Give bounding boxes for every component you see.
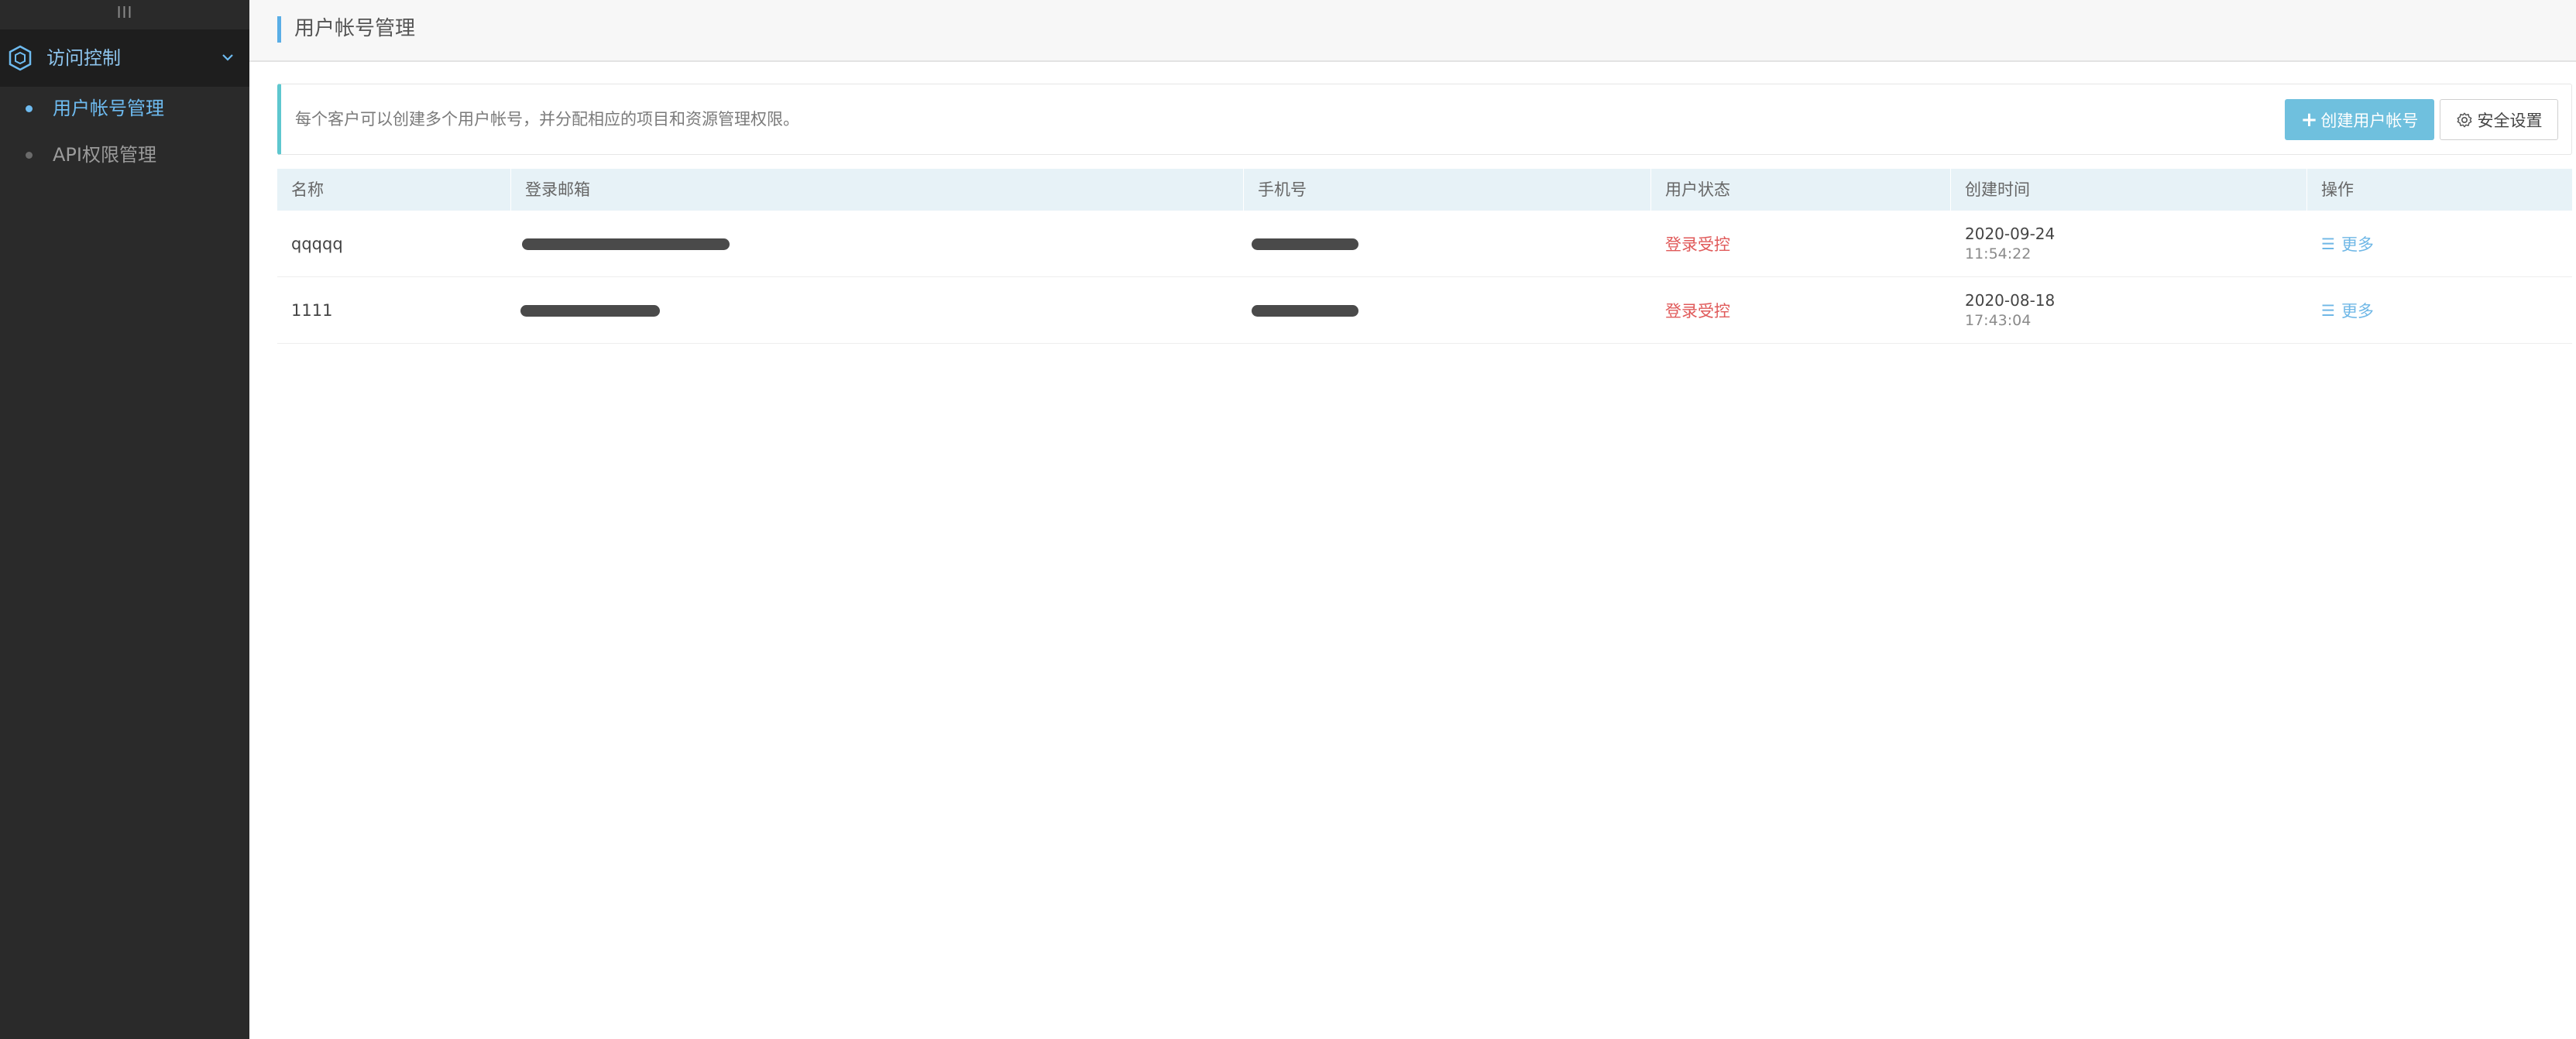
- created-date: 2020-08-18: [1965, 291, 2056, 310]
- info-text: 每个客户可以创建多个用户帐号，并分配相应的项目和资源管理权限。: [295, 110, 799, 129]
- cell-name: qqqqq: [291, 235, 343, 253]
- info-panel: 每个客户可以创建多个用户帐号，并分配相应的项目和资源管理权限。: [277, 84, 2572, 155]
- more-actions-link[interactable]: ☰ 更多: [2321, 232, 2374, 255]
- cell-actions: ☰ 更多: [2307, 277, 2572, 344]
- table-header: 名称 登录邮箱 手机号 用户状态 创建时间 操作: [277, 169, 2572, 211]
- column-header-actions: 操作: [2321, 180, 2354, 199]
- redacted-email: [520, 304, 660, 317]
- chevron-down-icon[interactable]: [220, 50, 235, 65]
- gear-icon: [2457, 112, 2471, 127]
- plus-icon: +: [2300, 108, 2318, 132]
- active-dot-icon: [26, 105, 33, 112]
- hexagon-shield-icon: [9, 45, 32, 71]
- table-row: 1111 登录受控 2020-08-18 17:43:04 ☰ 更多: [277, 277, 2572, 344]
- cell-created-time: 2020-09-24 11:54:22: [1951, 211, 2307, 277]
- sidebar-group-label: 访问控制: [46, 47, 121, 69]
- redacted-phone: [1252, 238, 1358, 250]
- redacted-email: [522, 238, 730, 250]
- title-accent-bar: [277, 16, 281, 43]
- cell-login-email: [511, 211, 1244, 277]
- created-clock: 17:43:04: [1965, 312, 2032, 329]
- sidebar-item-label: API权限管理: [53, 144, 156, 166]
- create-user-account-button[interactable]: + 创建用户帐号: [2285, 99, 2434, 140]
- column-header-user-status[interactable]: 用户状态: [1651, 169, 1951, 211]
- more-actions-link[interactable]: ☰ 更多: [2321, 299, 2374, 322]
- more-actions-label: 更多: [2341, 302, 2374, 321]
- column-header-phone[interactable]: 手机号: [1244, 169, 1651, 211]
- table-row: qqqqq 登录受控 2020-09-24 11:54:22 ☰ 更多: [277, 211, 2572, 277]
- cell-phone: [1244, 277, 1651, 344]
- sidebar-item-api-permissions[interactable]: API权限管理: [0, 133, 249, 177]
- cell-phone: [1244, 211, 1651, 277]
- column-header-name[interactable]: 名称: [277, 169, 511, 211]
- cell-actions: ☰ 更多: [2307, 211, 2572, 277]
- column-header-created-time[interactable]: 创建时间: [1951, 169, 2307, 211]
- created-date: 2020-09-24: [1965, 225, 2056, 243]
- cell-login-email: [511, 277, 1244, 344]
- sidebar: III 访问控制 用户帐号管理 API权限管理: [0, 0, 249, 1039]
- security-settings-label: 安全设置: [2477, 111, 2543, 130]
- page-title: 用户帐号管理: [294, 17, 416, 40]
- sidebar-item-label: 用户帐号管理: [53, 98, 164, 119]
- sidebar-group-access-control[interactable]: 访问控制: [0, 29, 249, 87]
- cell-created-time: 2020-08-18 17:43:04: [1951, 277, 2307, 344]
- sidebar-collapse-handle[interactable]: III: [0, 0, 249, 25]
- created-clock: 11:54:22: [1965, 245, 2032, 262]
- list-icon: ☰: [2321, 235, 2335, 253]
- redacted-phone: [1252, 304, 1358, 317]
- cell-user-status: 登录受控: [1665, 302, 1730, 321]
- sidebar-item-user-accounts[interactable]: 用户帐号管理: [0, 87, 249, 130]
- cell-name: 1111: [291, 301, 333, 320]
- security-settings-button[interactable]: 安全设置: [2440, 99, 2558, 140]
- more-actions-label: 更多: [2341, 235, 2374, 254]
- column-header-login-email[interactable]: 登录邮箱: [511, 169, 1244, 211]
- page-header: 用户帐号管理: [249, 0, 2576, 62]
- cell-user-status: 登录受控: [1665, 235, 1730, 254]
- list-icon: ☰: [2321, 301, 2335, 320]
- create-user-account-label: 创建用户帐号: [2320, 111, 2419, 130]
- inactive-dot-icon: [26, 152, 33, 159]
